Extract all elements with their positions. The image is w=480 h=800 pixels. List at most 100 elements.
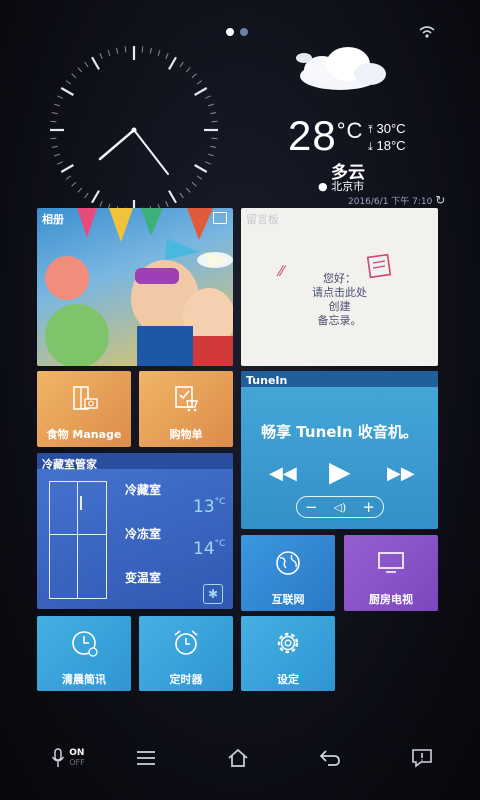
clock-minute-tick — [211, 120, 218, 123]
clock-hour-tick — [60, 164, 74, 173]
mic-off-label: OFF — [69, 758, 85, 767]
clock-minute-tick — [208, 153, 215, 157]
clock-minute-tick — [208, 103, 215, 107]
clock-hour-tick — [194, 87, 208, 96]
gear-icon — [273, 628, 303, 662]
clock-hour-tick — [168, 190, 177, 204]
analog-clock — [50, 46, 218, 214]
pager-dot-active[interactable] — [226, 28, 234, 36]
alarm-clock-icon — [171, 628, 201, 662]
clock-minute-tick — [57, 161, 63, 165]
home-icon[interactable] — [220, 740, 256, 776]
clock-minute-tick — [196, 175, 203, 180]
mic-toggle[interactable]: ON OFF — [46, 740, 90, 776]
clock-minute-tick — [205, 161, 211, 165]
clock-minute-tick — [51, 145, 58, 148]
refresh-icon[interactable]: ↻ — [435, 193, 445, 207]
fridge-manager-tile[interactable]: 冷藏室管家 冷藏室 13°C 冷冻室 14°C 变温室 ✱ — [37, 453, 233, 609]
weather-temperature: 28°C — [288, 112, 364, 159]
clock-minute-tick — [196, 80, 203, 85]
shopping-cart-icon — [171, 385, 201, 417]
weather-low: ⤓ 18°C — [368, 138, 406, 153]
clock-hour-tick — [91, 56, 100, 70]
album-tile[interactable]: 相册 — [37, 208, 233, 366]
tunein-title: TuneIn — [246, 374, 288, 387]
fridge-manager-title: 冷藏室管家 — [42, 458, 97, 471]
clock-minute-tick — [71, 73, 77, 79]
shopping-list-label: 购物单 — [169, 428, 203, 441]
speaker-icon: ◁) — [333, 500, 347, 514]
clock-minute-tick — [57, 95, 63, 99]
weather-high: ⤒ 30°C — [368, 121, 406, 136]
mic-on-label: ON — [69, 748, 85, 758]
gallery-icon — [213, 212, 227, 224]
fridge-row-temp: 13°C — [193, 497, 226, 517]
settings-tile[interactable]: 设定 — [241, 616, 335, 691]
food-manager-label: 食物 Manage — [46, 428, 122, 441]
volume-up-icon[interactable]: + — [362, 498, 375, 516]
kitchen-tv-label: 厨房电视 — [369, 593, 413, 606]
weather-updated: 2016/6/1 下午 7:10 ↻ — [348, 193, 446, 207]
volume-control[interactable]: − ◁) + — [296, 496, 384, 518]
clock-minute-tick — [51, 112, 58, 115]
menu-icon[interactable] — [128, 740, 164, 776]
clock-minute-tick — [179, 192, 184, 199]
globe-icon — [274, 549, 302, 581]
play-icon[interactable]: ▶ — [329, 455, 351, 488]
clock-hour-tick — [91, 190, 100, 204]
memo-tile[interactable]: 留言板 ⁄⁄ 您好： 请点击此处 创建 备忘录。 — [241, 208, 438, 366]
shopping-list-tile[interactable]: 购物单 — [139, 371, 233, 447]
memo-line: 您好： — [323, 272, 356, 285]
wifi-icon — [418, 24, 436, 38]
fridge-diagram — [49, 481, 107, 599]
pager-dot[interactable] — [240, 28, 248, 36]
notice-icon[interactable] — [404, 740, 440, 776]
clock-minute-tick — [185, 67, 191, 73]
fridge-row-name: 变温室 — [125, 571, 162, 585]
fridge-row-name: 冷冻室 — [125, 527, 162, 541]
fast-forward-icon[interactable]: ▶▶ — [387, 463, 415, 484]
snowflake-icon[interactable]: ✱ — [203, 584, 223, 604]
tunein-headline: 畅享 TuneIn 收音机。 — [261, 423, 418, 441]
clock-minute-tick — [210, 112, 217, 115]
rewind-icon[interactable]: ◀◀ — [269, 463, 297, 484]
tunein-tile[interactable]: TuneIn 畅享 TuneIn 收音机。 ◀◀ ▶ ▶▶ − ◁) + — [241, 371, 438, 529]
clock-minute-tick — [116, 47, 119, 54]
clock-minute-tick — [99, 201, 103, 207]
morning-news-tile[interactable]: 清晨简讯 — [37, 616, 131, 691]
back-icon[interactable] — [312, 740, 348, 776]
memo-line: 备忘录。 — [317, 314, 362, 327]
news-clock-icon — [69, 628, 99, 662]
clock-minute-tick — [205, 95, 211, 99]
clock-minute-tick — [191, 73, 197, 79]
clock-hour-hand — [98, 128, 136, 161]
clock-minute-tick — [53, 103, 60, 107]
fridge-row-temp: 14°C — [193, 539, 226, 559]
tv-icon — [376, 551, 406, 579]
internet-tile[interactable]: 互联网 — [241, 535, 335, 611]
timer-tile[interactable]: 定时器 — [139, 616, 233, 691]
fridge-camera-icon — [69, 385, 99, 417]
memo-title: 留言板 — [246, 213, 279, 226]
clock-minute-tick — [50, 137, 57, 140]
fridge-row-name: 冷藏室 — [125, 483, 162, 497]
food-manager-tile[interactable]: 食物 Manage — [37, 371, 131, 447]
clock-minute-tick — [65, 175, 72, 180]
clock-minute-tick — [53, 153, 60, 157]
memo-line: 请点击此处 — [312, 286, 367, 299]
kitchen-tv-tile[interactable]: 厨房电视 — [344, 535, 438, 611]
clock-minute-hand — [133, 129, 169, 175]
clock-minute-tick — [179, 61, 184, 68]
clock-minute-tick — [211, 137, 218, 140]
clock-minute-tick — [165, 53, 169, 59]
clock-minute-tick — [157, 49, 161, 56]
timer-label: 定时器 — [169, 673, 203, 686]
clock-minute-tick — [141, 46, 144, 53]
clock-minute-tick — [50, 120, 57, 123]
memo-text: 您好： 请点击此处 创建 备忘录。 — [241, 272, 438, 328]
volume-down-icon[interactable]: − — [305, 498, 318, 516]
clock-minute-tick — [71, 181, 77, 187]
clock-hour-tick — [60, 87, 74, 96]
morning-news-label: 清晨简讯 — [62, 673, 106, 686]
album-photo — [45, 208, 233, 366]
